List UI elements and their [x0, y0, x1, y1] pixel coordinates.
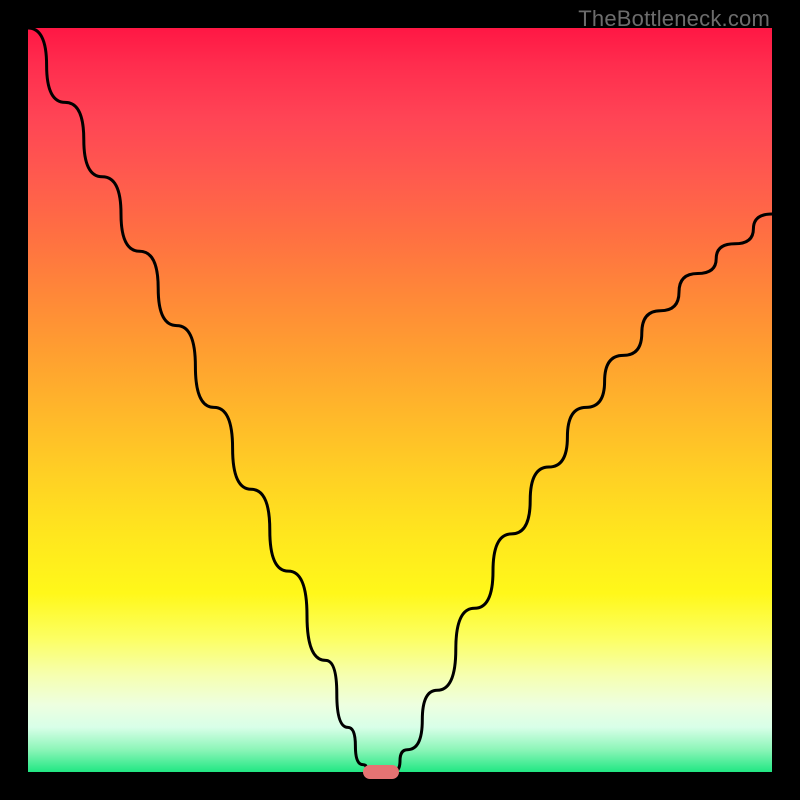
bottleneck-curve [28, 28, 772, 772]
curve-left-branch [28, 28, 370, 772]
plot-area [28, 28, 772, 772]
minimum-marker [363, 765, 399, 779]
curve-right-branch [393, 214, 772, 772]
chart-container: TheBottleneck.com [0, 0, 800, 800]
